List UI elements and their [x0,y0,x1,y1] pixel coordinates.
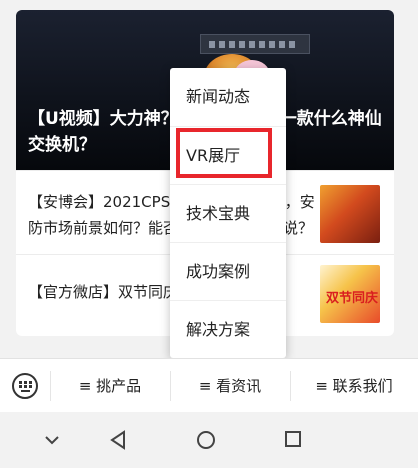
menu-item-news[interactable]: 新闻动态 [170,68,286,126]
switch-image [200,34,310,54]
system-nav-bar [0,412,418,468]
highlight-box [176,128,272,178]
menu-item-tech[interactable]: 技术宝典 [170,184,286,242]
bottom-menu-bar: ≡ 挑产品 ≡ 看资讯 ≡ 联系我们 [0,358,418,412]
dropdown-menu: 新闻动态 VR展厅 技术宝典 成功案例 解决方案 [170,68,286,358]
menu-item-solutions[interactable]: 解决方案 [170,300,286,358]
home-circle-icon[interactable] [196,430,216,450]
recents-square-icon[interactable] [284,430,302,448]
promo-banner-icon: 双节同庆 [320,265,380,323]
chevron-down-icon[interactable] [44,434,60,446]
menu-button-news[interactable]: ≡ 看资讯 [170,359,290,413]
menu-item-cases[interactable]: 成功案例 [170,242,286,300]
menu-button-contact[interactable]: ≡ 联系我们 [290,359,418,413]
menu-button-products[interactable]: ≡ 挑产品 [50,359,170,413]
keyboard-icon[interactable] [12,373,38,399]
expo-photo-icon [320,185,380,243]
back-triangle-icon[interactable] [108,430,128,450]
promo-banner-text: 双节同庆 [326,291,379,306]
